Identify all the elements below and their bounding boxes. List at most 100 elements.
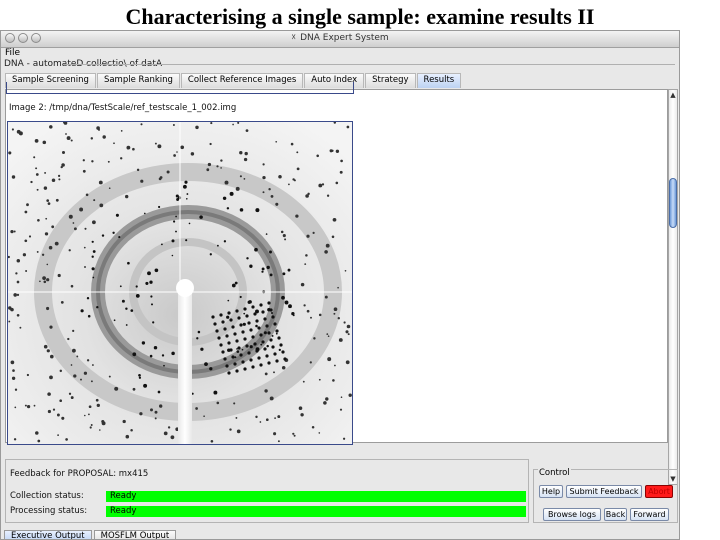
diffraction-spot bbox=[229, 428, 232, 431]
diffraction-spot bbox=[227, 341, 231, 345]
diffraction-spot bbox=[185, 239, 188, 242]
diffraction-spot bbox=[333, 312, 336, 315]
diffraction-spot bbox=[249, 345, 253, 349]
diffraction-spot bbox=[16, 293, 20, 297]
browse-logs-button[interactable]: Browse logs bbox=[543, 508, 601, 521]
diffraction-spot bbox=[180, 145, 185, 150]
diffraction-spot bbox=[70, 396, 74, 400]
diffraction-spot bbox=[213, 322, 217, 326]
diffraction-spot bbox=[182, 184, 187, 189]
diffraction-spot bbox=[284, 238, 287, 241]
diffraction-spot bbox=[149, 280, 153, 284]
diffraction-spot bbox=[347, 333, 350, 336]
back-button[interactable]: Back bbox=[604, 508, 627, 521]
tab-results[interactable]: Results bbox=[416, 73, 462, 88]
diffraction-spot bbox=[49, 125, 53, 129]
diffraction-spot bbox=[226, 207, 230, 210]
diffraction-spot bbox=[170, 435, 175, 440]
diffraction-spot bbox=[96, 403, 100, 408]
diffraction-spot bbox=[318, 432, 321, 434]
collection-status-value: Ready bbox=[106, 491, 526, 502]
vertical-scrollbar[interactable]: ▲ ▼ bbox=[668, 89, 678, 485]
diffraction-spot bbox=[86, 359, 90, 362]
diffraction-spot bbox=[51, 178, 56, 183]
diffraction-spot bbox=[296, 167, 300, 171]
diffraction-spot bbox=[332, 379, 335, 382]
diffraction-spot bbox=[126, 145, 131, 150]
diffraction-spot bbox=[150, 295, 153, 298]
diffraction-spot bbox=[88, 413, 90, 416]
diffraction-spot bbox=[26, 373, 30, 377]
diffraction-spot bbox=[298, 406, 303, 410]
tab-strategy[interactable]: Strategy bbox=[365, 73, 416, 88]
app-window: ☓ DNA Expert System File DNA - automateD … bbox=[0, 30, 680, 540]
diffraction-spot bbox=[296, 151, 299, 154]
diffraction-spot bbox=[225, 334, 229, 338]
diffraction-spot bbox=[337, 317, 340, 320]
diffraction-spot bbox=[28, 235, 32, 238]
submit-feedback-button[interactable]: Submit Feedback bbox=[566, 485, 642, 498]
diffraction-spot bbox=[8, 151, 12, 155]
diffraction-spot bbox=[70, 139, 73, 142]
diffraction-spot bbox=[241, 330, 245, 334]
previous-image-frame bbox=[6, 82, 354, 94]
diffraction-spot bbox=[264, 372, 268, 376]
diffraction-spot bbox=[234, 356, 237, 359]
diffraction-spot bbox=[157, 390, 161, 394]
tab-mosflm-output[interactable]: MOSFLM Output bbox=[93, 530, 177, 539]
diffraction-spot bbox=[243, 157, 248, 162]
diffraction-spot bbox=[132, 147, 135, 151]
diffraction-spot bbox=[90, 380, 93, 383]
diffraction-spot bbox=[237, 316, 241, 320]
tab-executive-output[interactable]: Executive Output bbox=[4, 530, 92, 539]
menu-file[interactable]: File bbox=[5, 48, 20, 58]
diffraction-spot bbox=[281, 366, 286, 370]
panel-divider bbox=[63, 64, 675, 65]
diffraction-spot bbox=[217, 336, 221, 340]
diffraction-spot bbox=[231, 325, 235, 329]
diffraction-image[interactable] bbox=[7, 121, 353, 445]
forward-button[interactable]: Forward bbox=[630, 508, 669, 521]
diffraction-spot bbox=[13, 230, 16, 233]
diffraction-spot bbox=[295, 214, 299, 218]
diffraction-spot bbox=[233, 332, 237, 336]
diffraction-spot bbox=[216, 401, 220, 405]
diffraction-spot bbox=[287, 268, 291, 272]
arrow-up-icon[interactable]: ▲ bbox=[669, 91, 677, 99]
diffraction-spot bbox=[34, 139, 39, 143]
diffraction-spot bbox=[306, 234, 310, 238]
diffraction-spot bbox=[275, 329, 279, 333]
diffraction-spot bbox=[236, 429, 241, 434]
diffraction-spot bbox=[303, 304, 306, 307]
diffraction-spot bbox=[245, 129, 249, 132]
diffraction-spot bbox=[43, 280, 47, 284]
diffraction-spot bbox=[306, 309, 310, 313]
diffraction-spot bbox=[166, 170, 170, 174]
diffraction-spot bbox=[145, 281, 149, 285]
diffraction-spot bbox=[33, 404, 36, 407]
diffraction-spot bbox=[171, 254, 174, 257]
diffraction-spot bbox=[263, 347, 267, 351]
diffraction-spot bbox=[249, 328, 253, 332]
diffraction-spot bbox=[249, 358, 253, 362]
help-button[interactable]: Help bbox=[539, 485, 563, 498]
collection-status-label: Collection status: bbox=[10, 491, 84, 501]
window-titlebar[interactable]: ☓ DNA Expert System bbox=[1, 31, 679, 48]
diffraction-spot bbox=[265, 354, 269, 358]
diffraction-spot bbox=[243, 312, 246, 315]
diffraction-spot bbox=[345, 360, 350, 365]
diffraction-spot bbox=[345, 330, 349, 334]
diffraction-spot bbox=[243, 367, 247, 371]
diffraction-spot bbox=[239, 295, 242, 299]
abort-button[interactable]: Abort bbox=[645, 485, 673, 498]
diffraction-spot bbox=[261, 340, 265, 344]
diffraction-spot bbox=[91, 267, 95, 271]
diffraction-spot bbox=[11, 128, 14, 131]
diffraction-spot bbox=[213, 390, 218, 395]
diffraction-spot bbox=[139, 412, 143, 416]
diffraction-spot bbox=[76, 355, 79, 358]
image-path-label: Image 2: /tmp/dna/TestScale/ref_testscal… bbox=[9, 103, 237, 113]
scrollbar-thumb[interactable] bbox=[669, 178, 677, 228]
diffraction-spot bbox=[140, 123, 143, 126]
diffraction-spot bbox=[158, 205, 161, 209]
